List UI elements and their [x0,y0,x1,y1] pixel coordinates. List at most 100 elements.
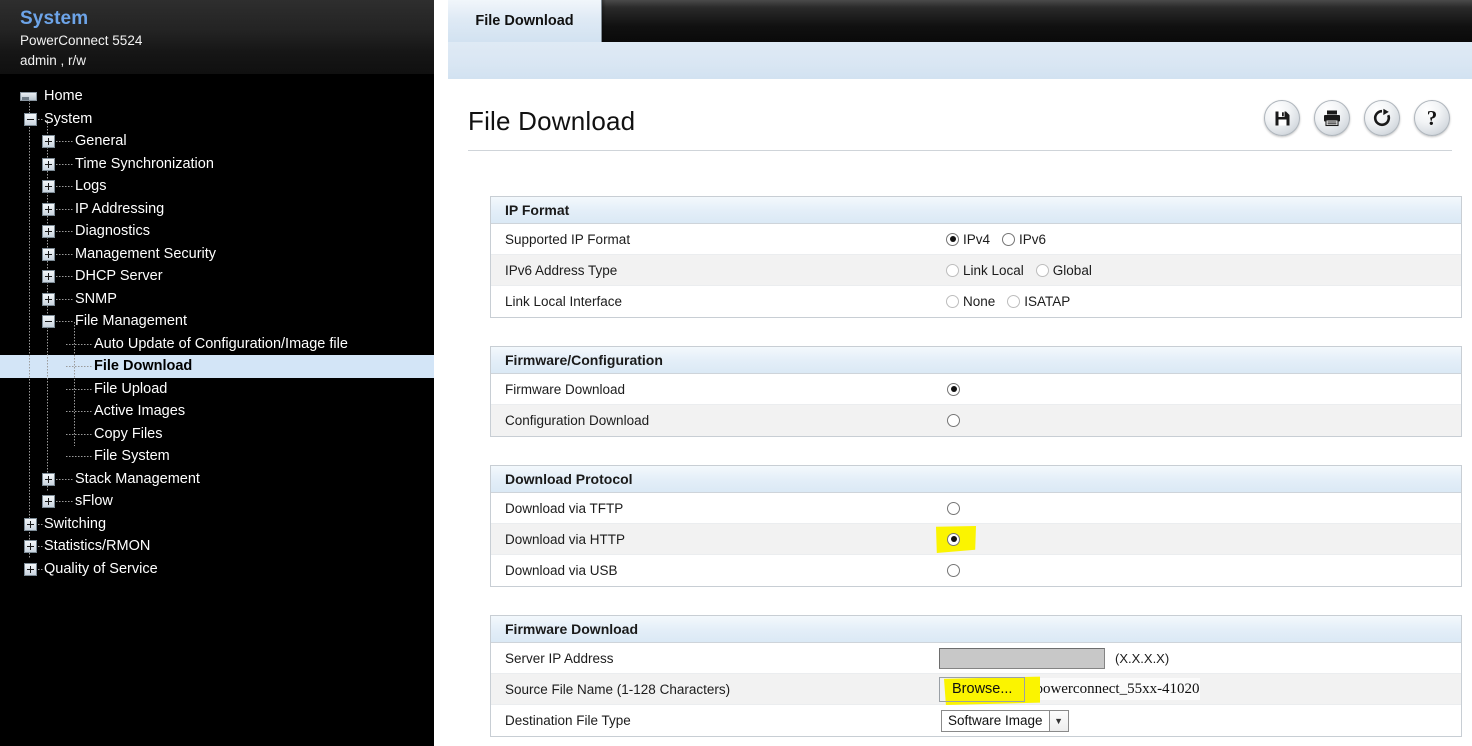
logged-in-user: admin , r/w [20,53,87,68]
tree-guide-line [66,343,92,345]
radio-configuration-download-wrap[interactable] [947,414,960,427]
main-panel: File Download File Download ? IP Format … [448,0,1472,746]
radio-download-via-usb[interactable] [947,564,960,577]
server-ip-input[interactable] [939,647,1105,669]
expand-plus-icon[interactable] [42,472,55,486]
expand-plus-icon[interactable] [42,495,55,508]
sidebar-item-statistics-rmon[interactable]: Statistics/RMON [0,535,434,558]
navigation-tree[interactable]: Home System General Time Synchronization Log… [0,80,434,746]
row-label: Supported IP Format [505,231,631,247]
radio-download-via-usb-wrap[interactable] [947,564,960,577]
tree-guide-line [66,456,92,457]
expand-plus-icon[interactable] [24,562,37,576]
sidebar-item-file-management[interactable]: File Management [0,310,434,333]
source-file-control: Browse... powerconnect_55xx-41020 [939,676,1200,702]
radio-firmware-download-wrap[interactable] [947,382,960,396]
tree-guide-line [66,366,92,367]
tab-file-download[interactable]: File Download [448,0,606,42]
sidebar-item-sflow[interactable]: sFlow [0,490,434,513]
tree-guide-line [29,97,30,559]
sidebar-item-label: Active Images [94,403,186,419]
expand-plus-icon[interactable] [42,247,55,261]
sidebar-item-file-download[interactable]: File Download [0,355,434,378]
radio-download-via-http-wrap[interactable] [947,532,960,546]
help-icon[interactable]: ? [1414,100,1450,136]
panel-ip-format-title: IP Format [491,197,1461,224]
browse-button[interactable]: Browse... [939,676,1026,702]
expand-plus-icon[interactable] [42,180,55,193]
tree-guide-line [56,253,74,255]
row-supported-ip-format: Supported IP Format IPv4 IPv6 [491,224,1461,255]
destination-file-type-select[interactable]: Software Image ▼ [941,709,1069,732]
sidebar-item-label: Quality of Service [44,560,158,577]
tree-guide-line [56,276,74,277]
refresh-icon[interactable] [1364,100,1400,136]
sidebar-item-label: File Upload [94,380,168,397]
expand-plus-icon[interactable] [42,157,55,171]
sidebar-item-file-upload[interactable]: File Upload [0,378,434,401]
expand-plus-icon[interactable] [42,135,55,148]
radio-group-ipv6-address-type[interactable]: Link Local Global [946,263,1104,278]
sidebar-item-management-security[interactable]: Management Security [0,243,434,266]
print-icon[interactable] [1314,100,1350,136]
sidebar-item-label: SNMP [75,290,117,307]
row-label: Download via USB [505,563,618,578]
expand-plus-icon[interactable] [42,202,55,216]
expand-plus-icon[interactable] [24,517,37,531]
sidebar-item-switching[interactable]: Switching [0,513,434,536]
sidebar-item-label: Logs [75,178,107,194]
radio-configuration-download[interactable] [947,414,960,427]
radio-group-supported-ip-format[interactable]: IPv4 IPv6 [946,232,1058,247]
radio-none[interactable] [946,295,959,308]
collapse-minus-icon[interactable] [42,315,55,328]
radio-ipv6[interactable] [1002,232,1016,246]
sidebar-item-copy-files[interactable]: Copy Files [0,423,434,446]
radio-isatap[interactable] [1007,295,1021,308]
row-configuration-download: Configuration Download [491,405,1461,436]
sidebar: System PowerConnect 5524 admin , r/w Hom… [0,0,434,746]
sidebar-item-home[interactable]: Home [0,85,434,108]
row-download-via-http: Download via HTTP [491,524,1461,555]
sidebar-item-file-system[interactable]: File System [0,445,434,468]
sidebar-item-active-images[interactable]: Active Images [0,400,434,423]
sidebar-header: System PowerConnect 5524 admin , r/w [0,0,434,76]
radio-download-via-tftp-wrap[interactable] [947,501,960,515]
sidebar-item-snmp[interactable]: SNMP [0,288,434,311]
sidebar-item-dhcp-server[interactable]: DHCP Server [0,265,434,288]
collapse-minus-icon[interactable] [24,112,37,126]
expand-plus-icon[interactable] [42,292,55,306]
sidebar-item-auto-update-of-configuration-image-file[interactable]: Auto Update of Configuration/Image file [0,333,434,356]
row-label: Source File Name (1-128 Characters) [505,681,731,697]
server-ip-control: (X.X.X.X) [939,647,1169,669]
row-source-file-name: Source File Name (1-128 Characters) Brow… [491,674,1461,705]
sidebar-item-general[interactable]: General [0,130,434,153]
page-title: File Download [468,106,636,136]
save-icon[interactable] [1264,100,1300,136]
panel-firmware-configuration-title: Firmware/Configuration [491,347,1461,374]
chevron-down-icon[interactable]: ▼ [1048,710,1068,731]
sidebar-item-label: System [44,110,93,127]
expand-plus-icon[interactable] [42,225,55,238]
radio-global[interactable] [1035,263,1049,277]
radio-download-via-http[interactable] [947,532,960,546]
radio-link-local[interactable] [946,263,959,277]
sidebar-item-logs[interactable]: Logs [0,175,434,198]
tree-guide-line [56,501,74,502]
sidebar-item-label: General [75,133,127,149]
radio-group-link-local-interface[interactable]: None ISATAP [946,294,1082,309]
tree-guide-line [56,298,74,300]
sidebar-item-ip-addressing[interactable]: IP Addressing [0,198,434,221]
sidebar-item-label: File Download [94,358,193,374]
sidebar-item-system[interactable]: System [0,108,434,131]
sidebar-item-diagnostics[interactable]: Diagnostics [0,220,434,243]
sidebar-item-stack-management[interactable]: Stack Management [0,468,434,491]
sidebar-item-time-synchronization[interactable]: Time Synchronization [0,153,434,176]
radio-download-via-tftp[interactable] [947,501,960,515]
expand-plus-icon[interactable] [42,270,55,283]
sidebar-item-quality-of-service[interactable]: Quality of Service [0,558,434,581]
radio-firmware-download[interactable] [947,382,960,396]
expand-plus-icon[interactable] [24,540,37,553]
sidebar-item-label: Stack Management [75,470,200,487]
radio-ipv4[interactable] [946,232,959,246]
sidebar-title: System [20,8,89,29]
